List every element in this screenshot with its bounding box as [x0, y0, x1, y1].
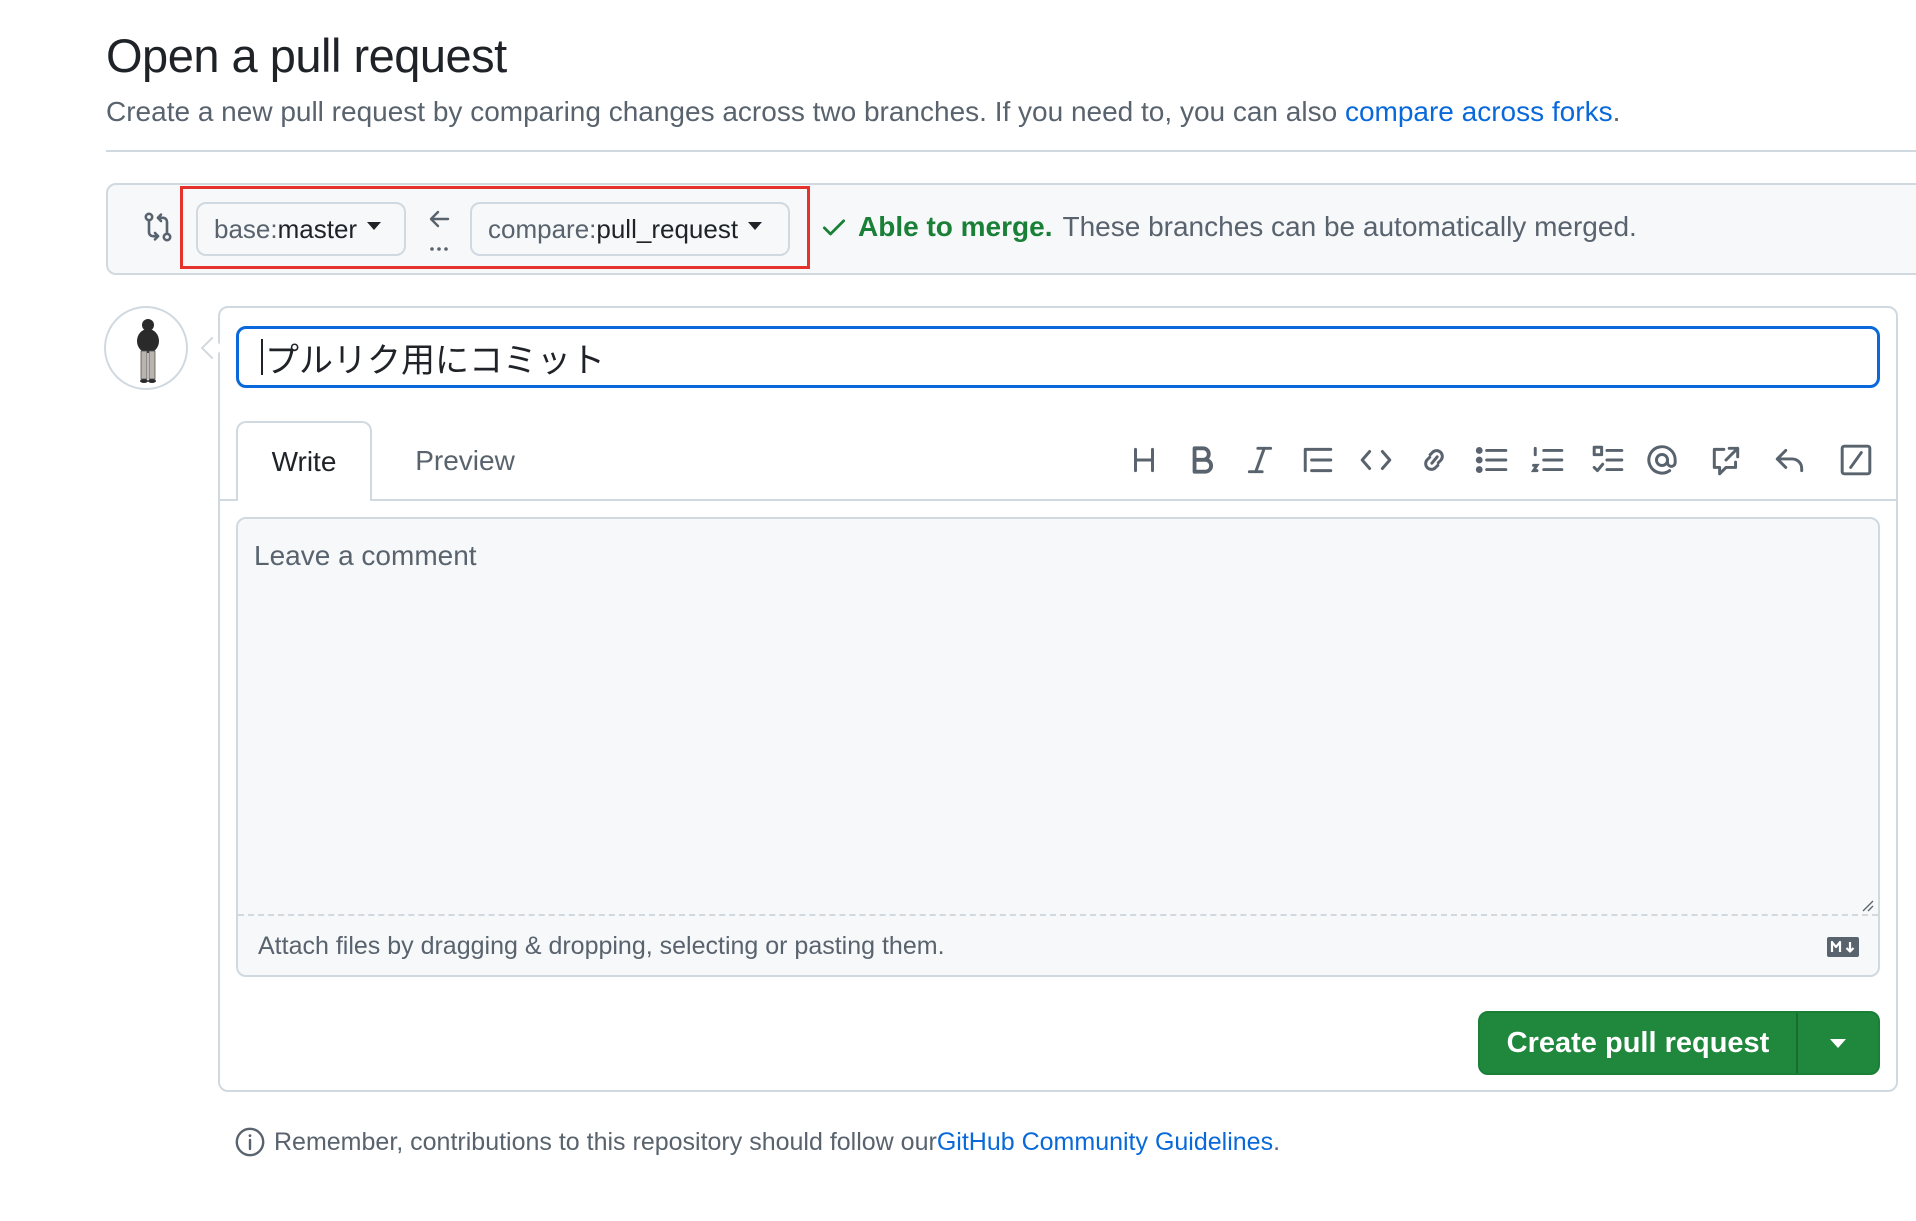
tab-write[interactable]: Write — [236, 421, 372, 501]
base-branch-value: master — [277, 213, 358, 244]
quote-button[interactable] — [1298, 440, 1338, 480]
branch-range-bar: base: master compare: pull_request Able … — [106, 183, 1916, 275]
page-description-suffix: . — [1612, 96, 1621, 127]
arrow-left-icon — [429, 210, 450, 251]
code-icon — [1360, 450, 1392, 470]
pr-title-value: プルリク用にコミット — [265, 340, 605, 381]
merge-ok-label: Able to merge. — [858, 211, 1053, 242]
community-guidelines-link[interactable]: GitHub Community Guidelines — [937, 1128, 1273, 1157]
triangle-down-icon — [1830, 1038, 1846, 1048]
mention-button[interactable] — [1642, 440, 1682, 480]
guidelines-note: Remember, contributions to this reposito… — [234, 1126, 1280, 1158]
bulleted-list-button[interactable] — [1472, 440, 1512, 480]
reference-button[interactable] — [1706, 440, 1746, 480]
page-description: Create a new pull request by comparing c… — [106, 96, 1620, 128]
mention-icon — [1647, 445, 1677, 475]
compare-across-forks-link[interactable]: compare across forks — [1345, 96, 1613, 127]
slash-command-icon — [1840, 444, 1872, 476]
git-compare-icon — [144, 212, 172, 242]
reference-icon — [1712, 446, 1740, 476]
header-divider — [106, 150, 1916, 152]
link-button[interactable] — [1414, 440, 1454, 480]
comment-textarea[interactable] — [236, 517, 1880, 977]
heading-button[interactable] — [1124, 440, 1164, 480]
markdown-icon[interactable] — [1826, 936, 1860, 958]
base-branch-prefix: base: — [214, 213, 278, 244]
caret-down-icon — [748, 222, 763, 230]
avatar-image — [137, 319, 159, 383]
bulleted-list-icon — [1475, 447, 1508, 473]
text-cursor — [261, 339, 263, 375]
resize-handle-icon[interactable] — [1858, 896, 1874, 912]
merge-status: Able to merge. These branches can be aut… — [820, 211, 1637, 243]
merge-detail: These branches can be automatically merg… — [1062, 211, 1637, 242]
create-pull-request-group: Create pull request — [1478, 1011, 1880, 1075]
slash-command-button[interactable] — [1836, 440, 1876, 480]
guidelines-suffix: . — [1273, 1127, 1281, 1156]
create-options-dropdown[interactable] — [1798, 1013, 1878, 1073]
page-description-text: Create a new pull request by comparing c… — [106, 96, 1345, 127]
caret-down-icon — [367, 222, 382, 230]
bold-icon — [1192, 446, 1214, 474]
compare-branch-value: pull_request — [596, 213, 739, 244]
info-icon — [235, 1127, 265, 1157]
tab-preview[interactable]: Preview — [386, 421, 544, 501]
pr-title-input[interactable]: プルリク用にコミット — [236, 326, 1880, 388]
create-pull-request-button[interactable]: Create pull request — [1480, 1013, 1798, 1073]
link-icon — [1424, 449, 1444, 471]
reply-button[interactable] — [1770, 440, 1810, 480]
numbered-list-button[interactable] — [1528, 440, 1568, 480]
italic-button[interactable] — [1240, 440, 1280, 480]
reply-icon — [1775, 448, 1804, 473]
attach-divider — [238, 914, 1878, 916]
quote-icon — [1303, 447, 1333, 473]
italic-icon — [1247, 446, 1273, 474]
code-button[interactable] — [1356, 440, 1396, 480]
comment-placeholder: Leave a comment — [254, 540, 477, 571]
task-list-icon — [1592, 445, 1624, 473]
compare-branch-prefix: compare: — [488, 213, 597, 244]
bold-button[interactable] — [1182, 440, 1222, 480]
check-icon — [822, 219, 846, 236]
numbered-list-icon — [1531, 446, 1564, 473]
guidelines-text: Remember, contributions to this reposito… — [274, 1127, 937, 1156]
task-list-button[interactable] — [1588, 440, 1628, 480]
base-branch-select[interactable]: base: master — [196, 202, 406, 256]
avatar[interactable] — [104, 306, 188, 390]
heading-icon — [1134, 447, 1154, 473]
compare-branch-select[interactable]: compare: pull_request — [470, 202, 790, 256]
page-title: Open a pull request — [106, 29, 507, 82]
attach-files-hint[interactable]: Attach files by dragging & dropping, sel… — [258, 932, 945, 961]
